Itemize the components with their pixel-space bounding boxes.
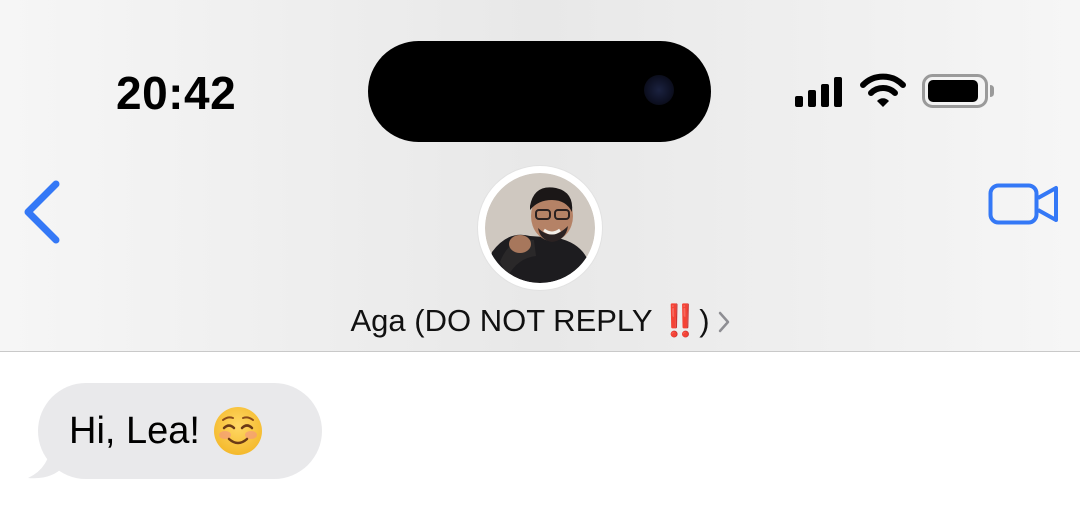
incoming-message-bubble[interactable]: Hi, Lea! <box>38 383 322 479</box>
contact-name-button[interactable]: Aga (DO NOT REPLY ‼️) <box>340 300 740 340</box>
dynamic-island <box>368 41 711 142</box>
front-camera-icon <box>644 75 674 105</box>
back-chevron-icon[interactable] <box>20 178 64 246</box>
chevron-right-icon <box>718 311 729 332</box>
contact-avatar[interactable] <box>478 166 602 290</box>
smiling-face-icon <box>213 407 262 455</box>
video-call-icon[interactable] <box>988 181 1060 227</box>
status-time: 20:42 <box>116 67 237 119</box>
message-text: Hi, Lea! <box>69 409 200 452</box>
conversation-header: 20:42 Aga (DO NOT REPLY ‼️) <box>0 0 1080 352</box>
wifi-icon <box>860 73 906 107</box>
battery-icon <box>922 74 994 108</box>
contact-name: Aga (DO NOT REPLY ‼️) <box>350 302 710 338</box>
cellular-signal-icon <box>795 77 842 107</box>
